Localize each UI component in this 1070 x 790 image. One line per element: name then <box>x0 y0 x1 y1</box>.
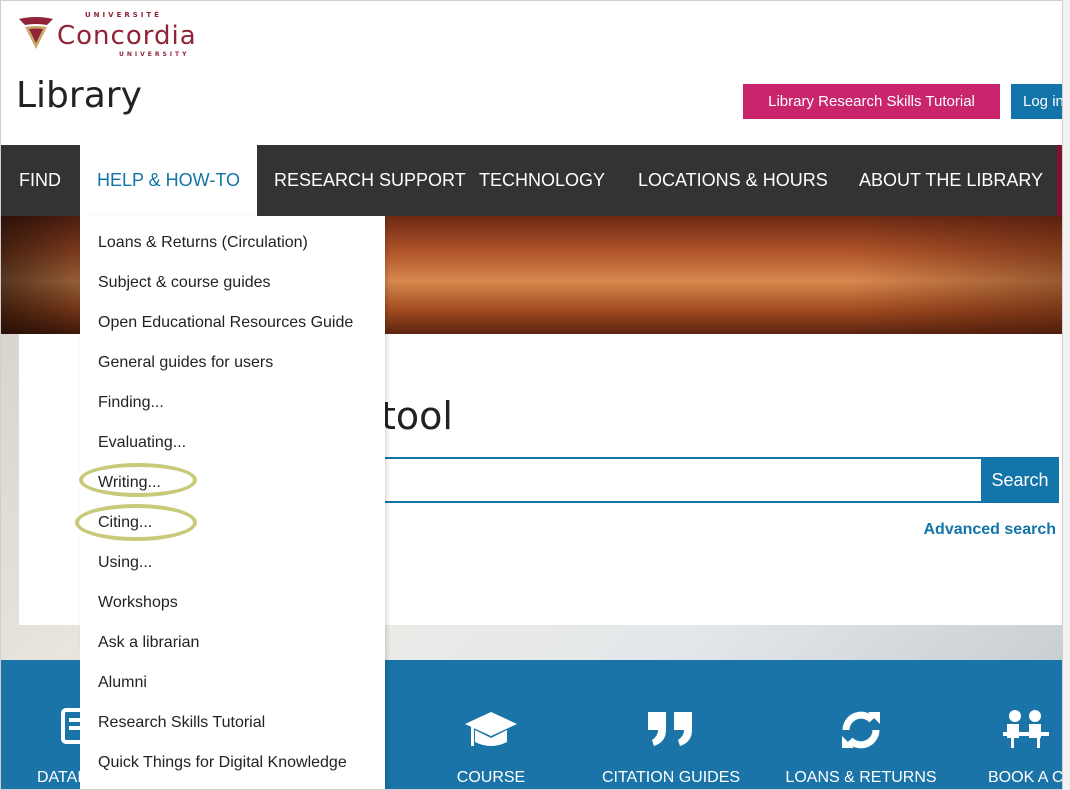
nav-item-find[interactable]: FIND <box>19 145 61 216</box>
graduation-cap-icon <box>421 708 561 759</box>
quicklink-course[interactable]: COURSE <box>421 660 561 789</box>
browser-page: UNIVERSITÉ Concordia UNIVERSITY Library … <box>0 0 1063 790</box>
menu-item-loans-returns[interactable]: Loans & Returns (Circulation) <box>98 234 308 252</box>
menu-item-subject-course-guides[interactable]: Subject & course guides <box>98 274 271 292</box>
refresh-icon <box>781 708 941 759</box>
nav-item-about-library[interactable]: ABOUT THE LIBRARY <box>859 145 1043 216</box>
quicklink-label: COURSE <box>456 769 526 786</box>
nav-item-locations-hours[interactable]: LOCATIONS & HOURS <box>638 145 828 216</box>
login-button[interactable]: Log in <box>1011 84 1062 119</box>
menu-item-quick-things[interactable]: Quick Things for Digital Knowledge <box>98 754 347 772</box>
quicklink-label: BOOK A C <box>988 769 1063 786</box>
menu-item-evaluating[interactable]: Evaluating... <box>98 434 186 452</box>
scrollbar-gutter <box>1063 0 1070 790</box>
concordia-shield-icon <box>19 17 53 49</box>
highlight-ring-citing <box>75 504 197 541</box>
logo-wordmark: Concordia <box>57 21 197 51</box>
menu-item-general-guides[interactable]: General guides for users <box>98 354 273 372</box>
quicklink-loans-returns[interactable]: LOANS & RETURNS <box>781 660 941 789</box>
menu-item-research-skills-tutorial[interactable]: Research Skills Tutorial <box>98 714 265 732</box>
menu-item-alumni[interactable]: Alumni <box>98 674 147 692</box>
logo-bottom-text: UNIVERSITY <box>119 51 190 58</box>
nav-item-research-support[interactable]: RESEARCH SUPPORT <box>274 145 466 216</box>
highlight-ring-writing <box>79 463 197 497</box>
nav-item-help-how-to[interactable]: HELP & HOW-TO <box>80 145 257 216</box>
nav-item-technology[interactable]: TECHNOLOGY <box>479 145 605 216</box>
group-study-icon <box>1001 708 1051 755</box>
quicklink-citation-guides[interactable]: CITATION GUIDES <box>591 660 751 789</box>
search-input[interactable] <box>381 457 981 503</box>
menu-item-using[interactable]: Using... <box>98 554 152 572</box>
search-button[interactable]: Search <box>981 457 1059 503</box>
menu-item-ask-librarian[interactable]: Ask a librarian <box>98 634 199 652</box>
site-title[interactable]: Library <box>16 75 142 116</box>
research-skills-tutorial-button[interactable]: Library Research Skills Tutorial <box>743 84 1000 119</box>
menu-item-finding[interactable]: Finding... <box>98 394 164 412</box>
quicklink-book-group-study[interactable]: BOOK A C <box>981 660 1063 789</box>
quicklink-label: LOANS & RETURNS <box>785 769 937 786</box>
main-nav: FIND HELP & HOW-TO RESEARCH SUPPORT TECH… <box>1 145 1062 216</box>
search-heading: tool <box>381 394 453 438</box>
advanced-search-link[interactable]: Advanced search <box>923 521 1056 539</box>
quicklink-label: CITATION GUIDES <box>601 769 741 786</box>
menu-item-oer-guide[interactable]: Open Educational Resources Guide <box>98 314 353 332</box>
menu-item-workshops[interactable]: Workshops <box>98 594 178 612</box>
help-how-to-dropdown: Loans & Returns (Circulation) Subject & … <box>80 216 385 789</box>
quote-icon <box>591 708 751 755</box>
concordia-logo[interactable]: UNIVERSITÉ Concordia UNIVERSITY <box>15 7 235 61</box>
logo-top-text: UNIVERSITÉ <box>85 11 162 19</box>
